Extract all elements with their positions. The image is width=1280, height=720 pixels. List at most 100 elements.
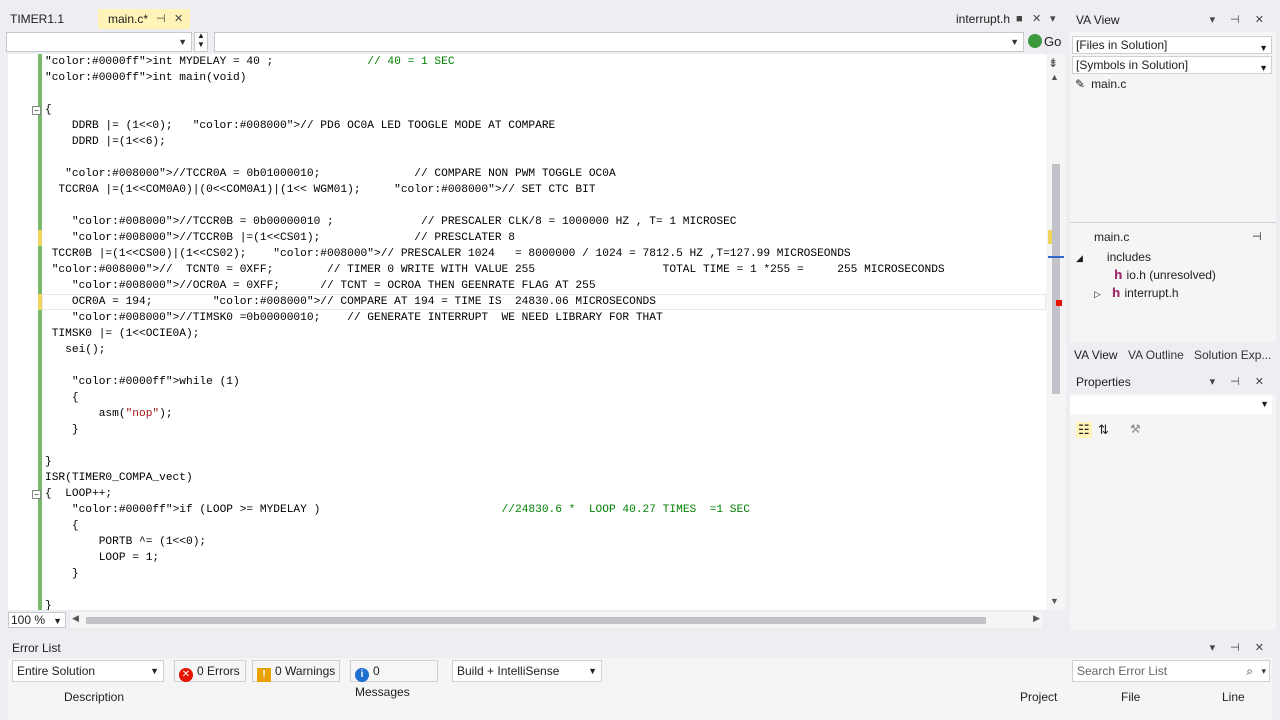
chevron-left-icon[interactable]: ◀ <box>72 613 79 624</box>
file-item-main-c[interactable]: ✎ main.c <box>1075 75 1126 93</box>
code-line: TCCR0B |=(1<<CS00)|(1<<CS02); "color:#00… <box>45 248 851 260</box>
code-line: "color:#008000">//TCCR0A = 0b01000010; /… <box>65 168 616 180</box>
tab-main-c[interactable]: main.c* ⊣ ✕ <box>98 9 190 29</box>
code-line: DDRD |=(1<<6); <box>45 136 166 148</box>
scope-dropdown[interactable]: ▼ <box>6 32 192 52</box>
fold-toggle[interactable]: − <box>32 106 41 115</box>
chevron-down-icon: ▼ <box>53 616 62 626</box>
code-line: OCR0A = 194; "color:#008000">// COMPARE … <box>45 296 656 308</box>
tab-label: main.c* <box>108 12 149 26</box>
scope-filter-dropdown[interactable]: Entire Solution ▼ <box>12 660 164 682</box>
pin-icon[interactable]: ■ <box>1016 9 1023 29</box>
errors-filter-button[interactable]: ✕ 0 Errors <box>174 660 246 682</box>
object-dropdown[interactable]: ▼ <box>1070 396 1272 414</box>
panel-controls[interactable]: ▾ ⊣ ✕ <box>1210 371 1270 393</box>
code-line: { <box>45 520 79 532</box>
build-filter-dropdown[interactable]: Build + IntelliSense ▼ <box>452 660 602 682</box>
code-line: TIMSK0 |= (1<<OCIE0A); <box>45 328 200 340</box>
panel-controls[interactable]: ▾ ⊣ ✕ <box>1210 9 1270 31</box>
column-project[interactable]: Project <box>1020 688 1057 706</box>
code-line: asm("nop"); <box>45 408 173 420</box>
panel-title: Properties <box>1076 375 1131 389</box>
chevron-down-icon: ▼ <box>150 666 159 676</box>
tab-solution-explorer[interactable]: Solution Exp... <box>1194 348 1271 362</box>
code-line: sei(); <box>45 344 106 356</box>
code-text: "color:#0000ff">int MYDELAY = 40 ; // 40… <box>45 54 945 610</box>
code-line: PORTB ^= (1<<0); <box>45 536 207 548</box>
wrench-icon[interactable]: ⚒ <box>1130 422 1141 436</box>
code-line: "color:#008000">//TCCR0B = 0b00000010 ; … <box>71 216 737 228</box>
error-list-title-bar: Error List ▾ ⊣ ✕ <box>6 637 1276 659</box>
code-line: ISR(TIMER0_COMPA_vect) <box>45 472 193 484</box>
pin-icon[interactable]: ⊣ <box>156 9 166 29</box>
search-placeholder: Search Error List <box>1077 664 1168 678</box>
symbols-in-solution-dropdown[interactable]: [Symbols in Solution] ▼ <box>1072 56 1272 74</box>
member-dropdown[interactable]: ▼ <box>214 32 1024 52</box>
tab-va-view[interactable]: VA View <box>1074 348 1118 362</box>
chevron-right-icon[interactable]: ▶ <box>1033 613 1040 624</box>
panel-title: VA View <box>1076 13 1120 27</box>
code-line: { <box>45 104 52 116</box>
va-tab-strip: VA View VA Outline Solution Exp... <box>1070 344 1276 366</box>
categorized-icon[interactable]: ☷ <box>1076 422 1092 438</box>
va-view-title-bar: VA View ▾ ⊣ ✕ <box>1070 9 1276 31</box>
column-description[interactable]: Description <box>64 688 124 706</box>
tab-label: TIMER1.1 <box>10 12 65 26</box>
code-line: "color:#008000">//OCR0A = 0XFF; // TCNT … <box>71 280 596 292</box>
warnings-filter-button[interactable]: ! 0 Warnings <box>252 660 340 682</box>
vertical-scrollbar[interactable]: ▲ ▼ <box>1046 54 1066 610</box>
chevron-up-icon: ▲ <box>197 31 205 40</box>
chevron-down-icon: ▼ <box>1260 399 1269 409</box>
pin-icon[interactable]: ⊣ <box>1252 228 1262 246</box>
dropdown-value: [Files in Solution] <box>1076 38 1168 52</box>
search-error-list-input[interactable]: Search Error List ⌕ ▾ <box>1072 660 1270 682</box>
chevron-down-icon[interactable]: ▾ <box>1050 9 1056 29</box>
expand-triangle-icon[interactable]: ▷ <box>1094 289 1101 299</box>
chevron-down-icon: ▼ <box>1010 37 1019 47</box>
code-line: "color:#0000ff">if (LOOP >= MYDELAY ) //… <box>71 504 750 516</box>
divider <box>1070 222 1276 223</box>
info-icon: i <box>355 668 369 682</box>
tree-node-interrupt-h[interactable]: ▷ h interrupt.h <box>1094 284 1179 303</box>
horizontal-scrollbar[interactable]: ◀ ▶ <box>70 612 1042 628</box>
close-icon[interactable]: ✕ <box>174 9 183 29</box>
scroll-thumb[interactable] <box>86 617 986 624</box>
scroll-thumb[interactable] <box>1052 164 1060 394</box>
messages-filter-button[interactable]: i0 Messages <box>350 660 438 699</box>
code-line: DDRB |= (1<<0); "color:#008000">// PD6 O… <box>45 120 556 132</box>
outline-file-title: main.c <box>1094 228 1129 246</box>
code-line: LOOP = 1; <box>45 552 160 564</box>
close-icon[interactable]: ✕ <box>1032 9 1041 29</box>
spin-button[interactable]: ▲ ▼ <box>194 31 208 52</box>
warning-icon: ! <box>257 668 271 682</box>
code-line: } <box>45 456 52 468</box>
tree-node-io-h[interactable]: h io.h (unresolved) <box>1114 266 1216 284</box>
go-button[interactable]: Go <box>1028 32 1066 52</box>
zoom-dropdown[interactable]: 100 % ▼ <box>8 612 66 628</box>
tree-node-includes[interactable]: ◢ includes <box>1076 248 1151 267</box>
tab-interrupt-h[interactable]: interrupt.h ■ ✕ ▾ <box>946 9 1064 29</box>
collapse-triangle-icon[interactable]: ◢ <box>1076 253 1083 263</box>
alphabetical-icon[interactable]: ⇅ <box>1098 422 1109 438</box>
header-file-icon: h <box>1111 286 1121 300</box>
caret-position-marker <box>1048 256 1064 258</box>
outline-file-label: main.c <box>1094 230 1130 244</box>
chevron-down-icon[interactable]: ▼ <box>1050 596 1059 606</box>
fold-toggle[interactable]: − <box>32 490 41 499</box>
navigation-bar: ▼ ▲ ▼ ▼ <box>0 30 1066 54</box>
dropdown-value: Entire Solution <box>17 664 96 678</box>
chevron-up-icon[interactable]: ▲ <box>1050 72 1059 82</box>
panel-controls[interactable]: ▾ ⊣ ✕ <box>1210 637 1270 659</box>
tab-va-outline[interactable]: VA Outline <box>1128 348 1184 362</box>
tab-timer[interactable]: TIMER1.1 <box>0 9 92 29</box>
code-line: TCCR0A |=(1<<COM0A0)|(0<<COM0A1)|(1<< WG… <box>45 184 596 196</box>
code-editor[interactable]: − − "color:#0000ff">int MYDELAY = 40 ; /… <box>8 54 1046 610</box>
column-file[interactable]: File <box>1121 688 1140 706</box>
column-line[interactable]: Line <box>1222 688 1245 706</box>
files-in-solution-dropdown[interactable]: [Files in Solution] ▼ <box>1072 36 1272 54</box>
split-window-icon[interactable]: ⇟ <box>1048 56 1058 70</box>
